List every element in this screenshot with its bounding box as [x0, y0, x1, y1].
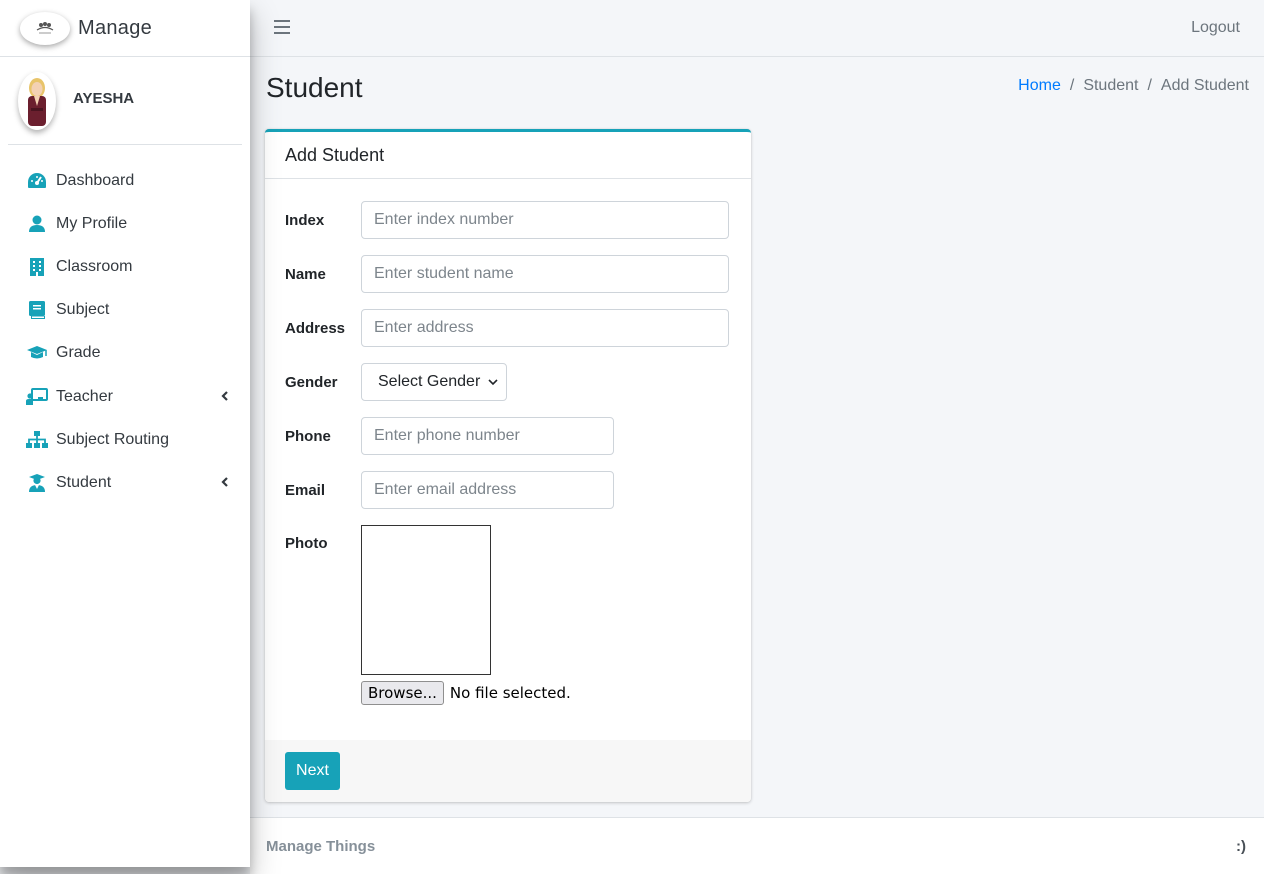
email-row: Email — [285, 471, 614, 509]
user-icon — [26, 215, 48, 233]
brand-logo — [20, 11, 70, 45]
file-input: Browse... No file selected. — [361, 681, 571, 705]
breadcrumb: Home / Student / Add Student — [1018, 77, 1249, 95]
sidebar-item-my-profile[interactable]: My Profile — [0, 202, 250, 245]
chalkboard-teacher-icon — [26, 388, 48, 406]
breadcrumb-separator: / — [1069, 77, 1075, 94]
breadcrumb-separator: / — [1147, 77, 1152, 94]
user-panel: AYESHA — [8, 57, 242, 145]
page-title: Student — [266, 72, 363, 103]
book-icon — [26, 301, 48, 320]
page-footer: Manage Things :) — [250, 817, 1264, 874]
breadcrumb-item: Student — [1083, 77, 1139, 94]
file-status: No file selected. — [449, 684, 571, 702]
sidebar-item-label: Subject Routing — [56, 430, 169, 448]
card-footer: Next — [265, 740, 751, 802]
name-input[interactable] — [361, 255, 729, 293]
sidebar-item-label: Dashboard — [56, 171, 135, 189]
address-input[interactable] — [361, 309, 729, 347]
sidebar-item-label: Grade — [56, 344, 101, 362]
address-row: Address — [285, 309, 729, 347]
gender-row: Gender Select Gender — [285, 363, 508, 401]
phone-row: Phone — [285, 417, 614, 455]
chevron-left-icon — [221, 388, 228, 406]
photo-preview — [361, 525, 491, 675]
photo-label: Photo — [285, 535, 328, 552]
user-name[interactable]: AYESHA — [73, 90, 134, 107]
sidebar-item-classroom[interactable]: Classroom — [0, 245, 250, 288]
menu-toggle-icon[interactable] — [274, 20, 290, 34]
footer-smiley: :) — [1236, 838, 1246, 855]
phone-label: Phone — [285, 427, 331, 445]
dashboard-icon — [26, 172, 48, 190]
sidebar-item-label: Subject — [56, 301, 110, 319]
sidebar-nav: Dashboard My Profile Classroom Subject G… — [0, 145, 250, 505]
gender-select[interactable]: Select Gender — [361, 363, 508, 401]
email-label: Email — [285, 481, 326, 499]
brand[interactable]: Manage — [0, 0, 250, 57]
gender-label: Gender — [285, 373, 338, 391]
index-label: Index — [285, 211, 325, 229]
brand-name: Manage — [78, 16, 153, 39]
sidebar-item-student[interactable]: Student — [0, 461, 250, 504]
browse-button[interactable]: Browse... — [361, 681, 444, 705]
sidebar-item-label: Classroom — [56, 257, 133, 275]
breadcrumb-home-link[interactable]: Home — [1018, 77, 1061, 95]
chevron-down-icon — [488, 373, 498, 391]
top-navbar: Logout — [250, 0, 1264, 57]
sidebar: Manage AYESHA Dashboard My Profile Class… — [0, 0, 250, 867]
sidebar-item-subject[interactable]: Subject — [0, 289, 250, 332]
name-label: Name — [285, 265, 326, 283]
sidebar-item-teacher[interactable]: Teacher — [0, 375, 250, 418]
index-row: Index — [285, 201, 729, 239]
sidebar-item-label: Student — [56, 473, 112, 491]
sidebar-item-dashboard[interactable]: Dashboard — [0, 159, 250, 202]
sidebar-item-label: Teacher — [56, 387, 113, 405]
logout-link[interactable]: Logout — [1191, 19, 1240, 37]
index-input[interactable] — [361, 201, 729, 239]
chevron-left-icon — [221, 474, 228, 492]
footer-text: Manage Things — [266, 838, 376, 855]
email-input[interactable] — [361, 471, 614, 509]
sidebar-item-label: My Profile — [56, 214, 128, 232]
card-title: Add Student — [265, 132, 751, 179]
address-label: Address — [285, 319, 346, 337]
next-button[interactable]: Next — [285, 752, 340, 790]
name-row: Name — [285, 255, 729, 293]
sidebar-item-subject-routing[interactable]: Subject Routing — [0, 418, 250, 461]
phone-input[interactable] — [361, 417, 614, 455]
gender-select-value: Select Gender — [378, 373, 481, 390]
sitemap-icon — [26, 431, 48, 449]
avatar[interactable] — [18, 71, 56, 130]
breadcrumb-active-item: Add Student — [1160, 77, 1249, 94]
building-icon — [26, 257, 48, 276]
photo-upload: Browse... No file selected. — [361, 525, 571, 705]
add-student-card: Add Student Index Name Address Gender Se… — [265, 129, 751, 802]
user-graduate-icon — [26, 473, 48, 492]
photo-row: Photo Browse... No file selected. — [285, 525, 571, 705]
graduation-cap-icon — [26, 344, 48, 362]
sidebar-item-grade[interactable]: Grade — [0, 332, 250, 375]
